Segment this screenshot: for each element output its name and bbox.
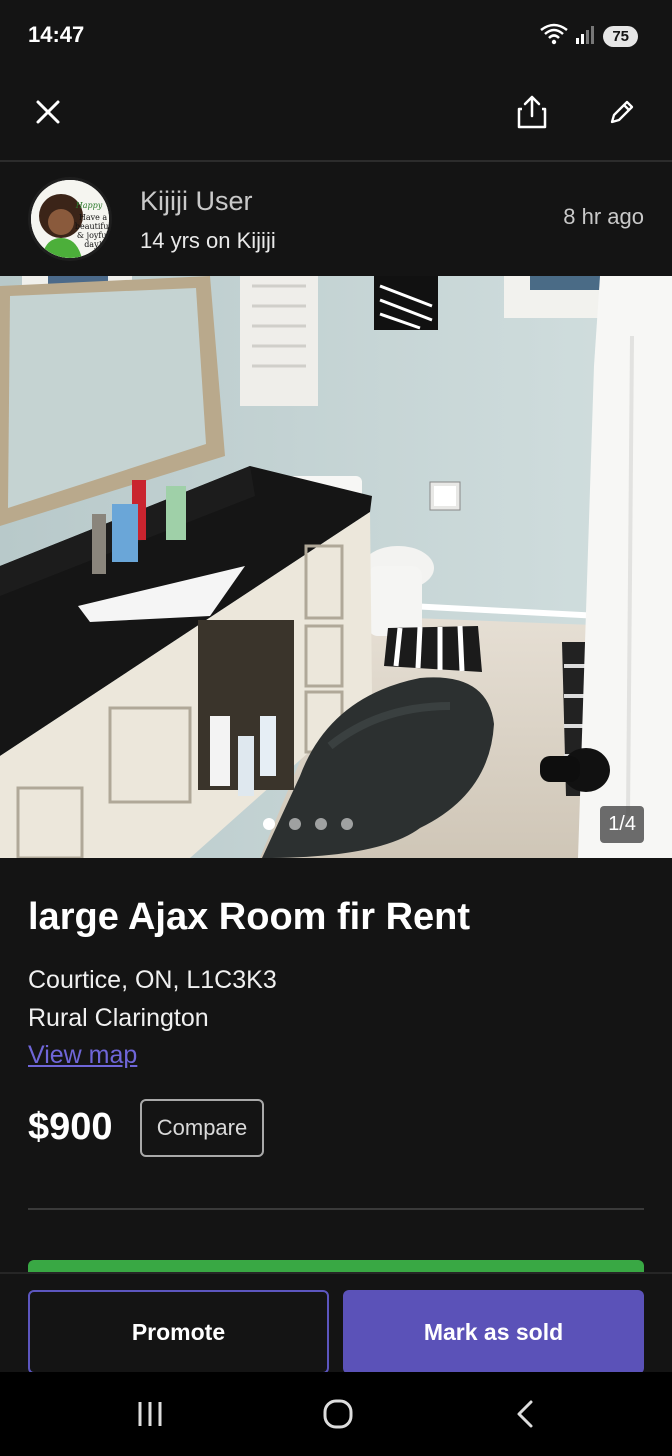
svg-text:Have a: Have a (79, 213, 108, 222)
home-button[interactable] (314, 1394, 362, 1434)
listing-title: large Ajax Room fir Rent (28, 896, 471, 938)
view-map-link[interactable]: View map (28, 1041, 137, 1070)
carousel-dot[interactable] (289, 818, 301, 830)
recents-button[interactable] (126, 1394, 174, 1434)
seller-name: Kijiji User (140, 186, 253, 216)
share-button[interactable] (508, 88, 556, 136)
svg-text:& joyful: & joyful (77, 231, 110, 240)
divider (28, 1208, 644, 1210)
carousel-dot[interactable] (315, 818, 327, 830)
carousel-dots[interactable] (0, 818, 644, 830)
signal-icon (575, 23, 597, 50)
battery-icon: 75 (603, 26, 638, 47)
mark-as-sold-button[interactable]: Mark as sold (343, 1290, 644, 1374)
recents-icon (138, 1402, 162, 1426)
action-bar: Promote Mark as sold (0, 1272, 672, 1374)
listing-price: $900 (28, 1106, 113, 1148)
bathroom-photo (0, 276, 672, 858)
back-icon (517, 1400, 533, 1428)
wifi-icon (539, 22, 569, 51)
seller-tenure: 14 yrs on Kijiji (140, 228, 276, 253)
posted-time: 8 hr ago (563, 204, 644, 229)
status-bar: 14:47 75 (0, 0, 672, 72)
status-icons: 75 (539, 22, 638, 51)
pencil-icon (610, 100, 634, 124)
svg-text:beautiful: beautiful (75, 222, 112, 231)
promote-button[interactable]: Promote (28, 1290, 329, 1374)
close-icon (36, 100, 60, 124)
system-nav-bar (0, 1372, 672, 1456)
top-app-bar (0, 72, 672, 162)
listing-photo[interactable]: 1/4 (0, 276, 672, 858)
carousel-dot[interactable] (341, 818, 353, 830)
close-button[interactable] (24, 88, 72, 136)
home-icon (323, 1399, 353, 1429)
avatar: Happy Have a beautiful & joyful day! (28, 177, 112, 261)
listing-area: Rural Clarington (28, 1004, 209, 1032)
share-icon (517, 95, 547, 129)
listing-location: Courtice, ON, L1C3K3 (28, 966, 277, 994)
image-counter: 1/4 (600, 806, 644, 843)
compare-button[interactable]: Compare (140, 1099, 264, 1157)
edit-button[interactable] (598, 88, 646, 136)
svg-text:day!: day! (84, 240, 102, 249)
carousel-dot-active[interactable] (263, 818, 275, 830)
seller-row[interactable]: Happy Have a beautiful & joyful day! Kij… (0, 162, 672, 276)
svg-text:Happy: Happy (75, 201, 103, 210)
back-button[interactable] (502, 1394, 550, 1434)
status-time: 14:47 (28, 22, 85, 47)
